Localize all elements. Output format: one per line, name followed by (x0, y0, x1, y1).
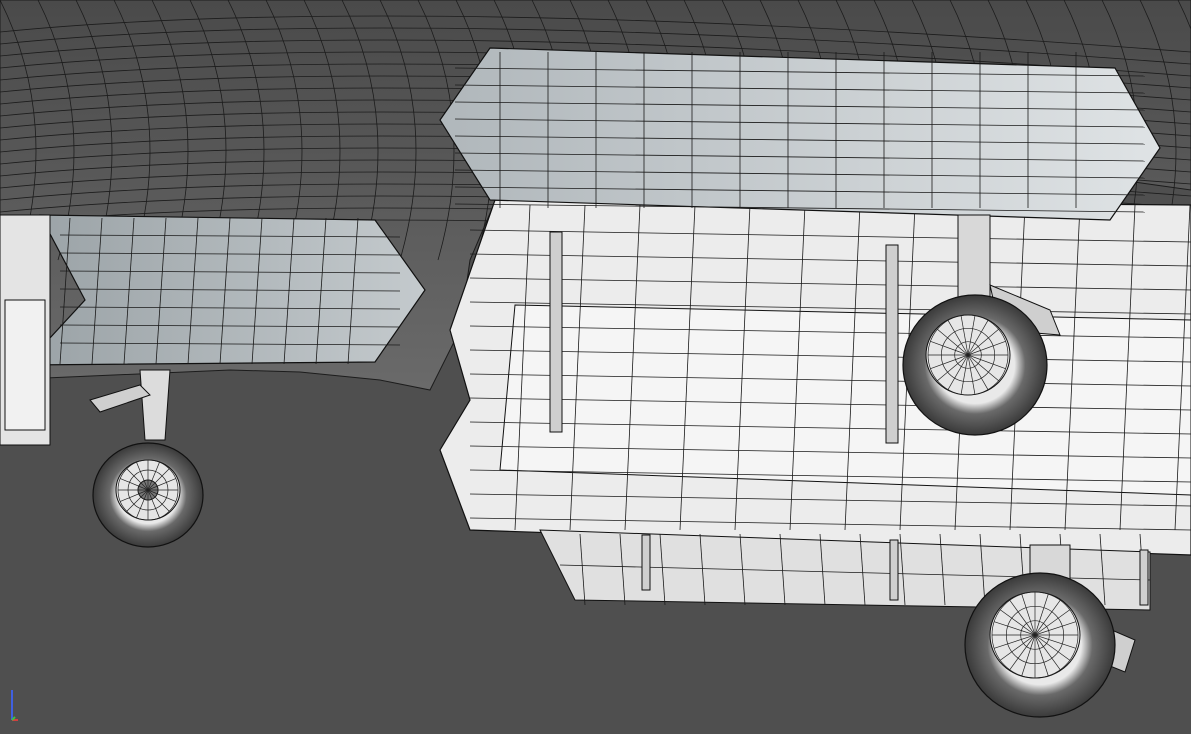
axis-tripod-icon (4, 682, 44, 728)
3d-viewport[interactable] (0, 0, 1191, 734)
wireframe-scene[interactable] (0, 0, 1191, 734)
left-structure (0, 214, 51, 446)
wheel-left (92, 442, 204, 548)
wheel-rear (964, 572, 1116, 718)
fuel-tank-left[interactable] (23, 214, 426, 366)
wheel-right (902, 294, 1048, 436)
fuel-tank-right[interactable] (439, 47, 1161, 221)
